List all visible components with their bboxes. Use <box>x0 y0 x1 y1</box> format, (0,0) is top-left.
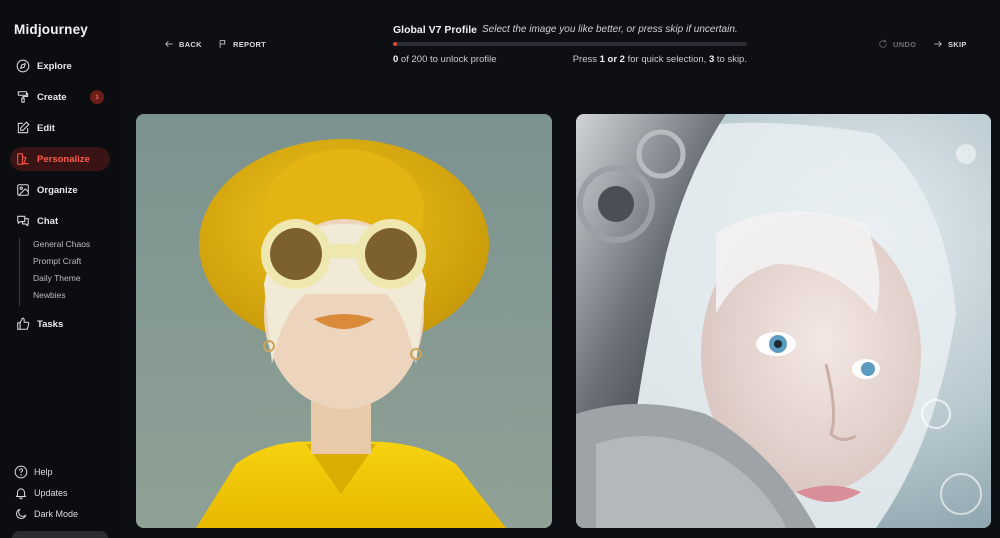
image-choice-2[interactable] <box>576 114 991 528</box>
unlock-progress-bar <box>393 42 747 46</box>
sidebar-item-label: Edit <box>37 122 55 134</box>
report-button[interactable]: REPORT <box>218 39 266 49</box>
notification-badge: 1 <box>90 90 104 104</box>
report-label: REPORT <box>233 39 267 49</box>
bell-icon <box>15 488 27 500</box>
portrait-yellow-hat-image <box>136 114 552 528</box>
undo-icon <box>879 39 887 48</box>
edit-icon <box>15 121 30 136</box>
dark-mode-label: Dark Mode <box>34 509 79 519</box>
sidebar-item-label: Tasks <box>37 318 64 330</box>
undo-label: UNDO <box>893 39 917 49</box>
back-label: BACK <box>179 39 202 49</box>
profile-hint: Select the image you like better, or pre… <box>482 24 738 35</box>
skip-label: SKIP <box>948 39 967 49</box>
keys-select: 1 or 2 <box>599 54 625 65</box>
chat-rooms-list: General Chaos Prompt Craft Daily Theme N… <box>19 238 90 306</box>
chat-room-newbies[interactable]: Newbies <box>33 289 90 306</box>
keys-mid: for quick selection, <box>624 54 709 65</box>
keys-post: to skip. <box>714 54 747 65</box>
personalize-icon <box>15 152 30 167</box>
skip-button[interactable]: SKIP <box>933 39 967 49</box>
moon-icon <box>16 508 27 519</box>
portrait-winter-cyborg-image <box>576 114 991 528</box>
keys-pre: Press <box>572 54 600 65</box>
account-button[interactable] <box>12 531 108 538</box>
chat-room-daily-theme[interactable]: Daily Theme <box>33 272 90 289</box>
keyboard-hint: Press 1 or 2 for quick selection, 3 to s… <box>573 54 747 65</box>
sidebar-item-edit[interactable]: Edit <box>10 116 110 140</box>
compass-icon <box>15 59 30 74</box>
sidebar-item-create[interactable]: Create 1 <box>10 85 110 109</box>
help-icon <box>14 465 28 479</box>
back-button[interactable]: BACK <box>164 39 202 49</box>
sidebar-item-explore[interactable]: Explore <box>10 54 110 78</box>
count-rest: of 200 to unlock profile <box>398 54 497 65</box>
chat-room-prompt-craft[interactable]: Prompt Craft <box>33 255 90 272</box>
image-icon <box>15 183 30 198</box>
sidebar-item-personalize[interactable]: Personalize <box>10 147 110 171</box>
profile-title: Global V7 Profile <box>393 24 478 36</box>
dark-mode-toggle[interactable]: Dark Mode <box>14 507 78 521</box>
image-choice-1[interactable] <box>136 114 552 528</box>
flag-icon <box>219 40 226 49</box>
undo-button[interactable]: UNDO <box>878 39 916 49</box>
brush-icon <box>15 90 30 105</box>
sidebar-item-label: Personalize <box>37 153 90 165</box>
updates-link[interactable]: Updates <box>14 486 68 500</box>
arrow-left-icon <box>165 41 173 47</box>
help-link[interactable]: Help <box>14 465 53 479</box>
help-label: Help <box>34 467 53 477</box>
updates-label: Updates <box>34 488 68 498</box>
chat-room-general-chaos[interactable]: General Chaos <box>33 238 90 255</box>
brand-logo[interactable]: Midjourney <box>14 22 88 37</box>
sidebar-item-organize[interactable]: Organize <box>10 178 110 202</box>
sidebar-item-label: Organize <box>37 184 78 196</box>
sidebar-item-tasks[interactable]: Tasks <box>10 312 110 336</box>
sidebar-item-label: Create <box>37 91 67 103</box>
sidebar-item-label: Explore <box>37 60 72 72</box>
thumbs-up-icon <box>15 317 30 332</box>
progress-fill <box>393 42 397 46</box>
unlock-count: 0 of 200 to unlock profile <box>393 54 497 65</box>
sidebar-item-chat[interactable]: Chat <box>10 209 110 233</box>
sidebar: Midjourney Explore Create 1 Edit Persona… <box>0 0 120 538</box>
sidebar-item-label: Chat <box>37 215 59 227</box>
arrow-right-icon <box>934 41 942 47</box>
chat-icon <box>15 214 30 229</box>
